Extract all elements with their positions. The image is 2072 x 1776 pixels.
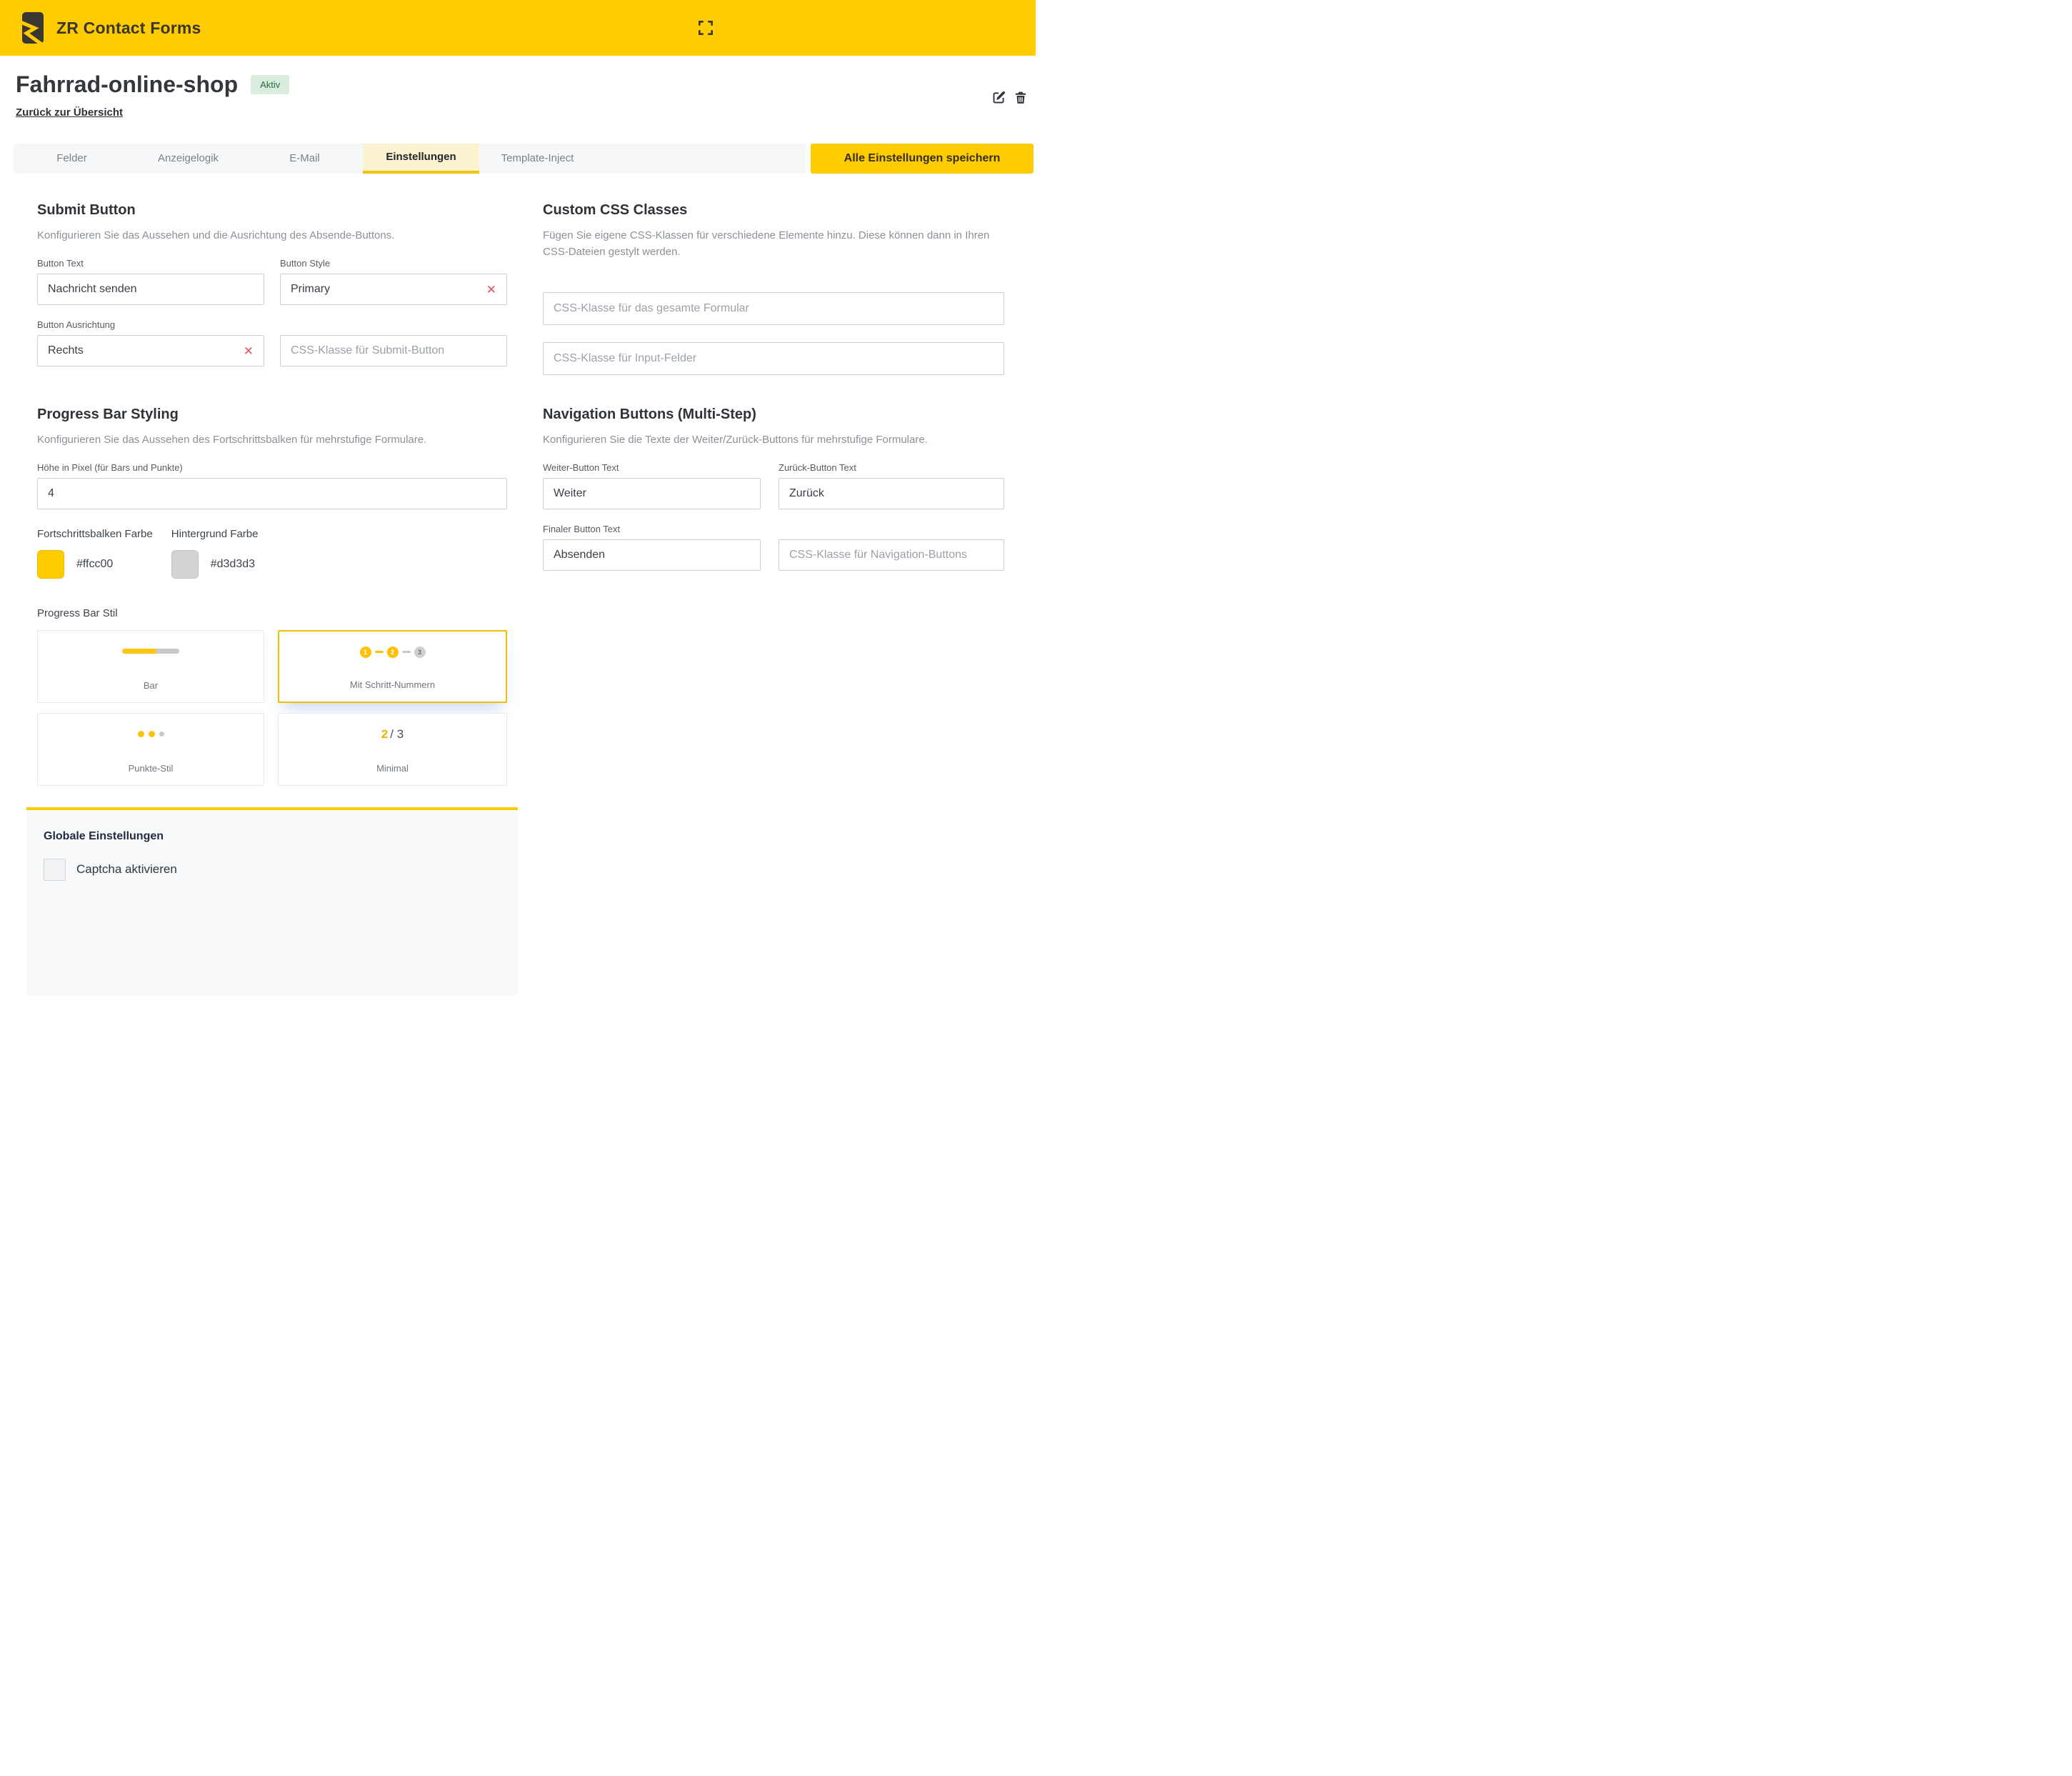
bg-color-swatch[interactable]: [171, 550, 199, 579]
button-alignment-field-group: Button Ausrichtung Rechts ✕: [37, 319, 264, 366]
captcha-checkbox[interactable]: [44, 859, 66, 881]
zr-logo-icon: [22, 12, 44, 44]
tab-bar-row: Felder Anzeigelogik E-Mail Einstellungen…: [0, 144, 1036, 174]
next-button-label: Weiter-Button Text: [543, 462, 761, 473]
step-circle-3: 3: [414, 647, 426, 658]
step-numbers-preview: 1 2 3: [279, 632, 506, 673]
custom-css-heading: Custom CSS Classes: [543, 202, 1004, 219]
settings-content: Submit Button Konfigurieren Sie das Auss…: [37, 202, 1004, 786]
bg-color-label: Hintergrund Farbe: [171, 528, 259, 540]
progress-style-card-dots[interactable]: Punkte-Stil: [37, 713, 264, 786]
global-settings-panel: Globale Einstellungen Captcha aktivieren: [26, 807, 518, 995]
next-button-input[interactable]: [543, 478, 761, 509]
back-button-label: Zurück-Button Text: [779, 462, 1004, 473]
bar-color-group: Fortschrittsbalken Farbe #ffcc00: [37, 528, 153, 579]
card-caption: Punkte-Stil: [38, 763, 264, 774]
final-button-label: Finaler Button Text: [543, 524, 761, 534]
button-text-input[interactable]: [37, 274, 264, 305]
button-text-label: Button Text: [37, 258, 264, 269]
form-actions: [991, 90, 1029, 106]
progress-style-cards: Bar 1 2 3 Mit Schritt-Nummern: [37, 630, 507, 786]
step-circle-1: 1: [360, 647, 371, 658]
captcha-setting-row: Captcha aktivieren: [44, 859, 501, 881]
button-style-label: Button Style: [280, 258, 507, 269]
button-style-select[interactable]: Primary ✕: [280, 274, 507, 305]
minimal-total-steps: 3: [397, 727, 404, 742]
progress-style-card-bar[interactable]: Bar: [37, 630, 264, 703]
final-button-field-group: Finaler Button Text: [543, 524, 761, 571]
bar-style-preview: [38, 631, 264, 672]
tab-template-inject[interactable]: Template-Inject: [479, 144, 596, 174]
bg-color-group: Hintergrund Farbe #d3d3d3: [171, 528, 259, 579]
input-css-class-input[interactable]: [543, 342, 1004, 375]
back-button-field-group: Zurück-Button Text: [779, 462, 1004, 509]
submit-button-description: Konfigurieren Sie das Aussehen und die A…: [37, 227, 507, 244]
custom-css-section: Custom CSS Classes Fügen Sie eigene CSS-…: [543, 202, 1004, 375]
app-title: ZR Contact Forms: [56, 19, 201, 38]
bar-color-hex: #ffcc00: [76, 558, 113, 571]
progress-height-field-group: Höhe in Pixel (für Bars und Punkte): [37, 462, 507, 509]
step-circle-2: 2: [387, 647, 399, 658]
button-alignment-value: Rechts: [48, 344, 84, 357]
button-text-field-group: Button Text: [37, 258, 264, 305]
card-caption: Bar: [38, 680, 264, 691]
submit-button-heading: Submit Button: [37, 202, 507, 219]
submit-button-section: Submit Button Konfigurieren Sie das Auss…: [37, 202, 507, 375]
status-badge: Aktiv: [251, 75, 289, 94]
button-style-value: Primary: [291, 283, 330, 296]
button-style-field-group: Button Style Primary ✕: [280, 258, 507, 305]
dots-style-preview: [38, 714, 264, 755]
bg-color-hex: #d3d3d3: [211, 558, 255, 571]
bar-color-label: Fortschrittsbalken Farbe: [37, 528, 153, 540]
progress-colors-row: Fortschrittsbalken Farbe #ffcc00 Hinterg…: [37, 528, 507, 579]
progress-style-label: Progress Bar Stil: [37, 607, 507, 619]
page-title: Fahrrad-online-shop: [16, 71, 238, 98]
button-alignment-select[interactable]: Rechts ✕: [37, 335, 264, 366]
nav-css-class-field-group: [779, 539, 1004, 571]
clear-x-icon[interactable]: ✕: [486, 284, 496, 296]
tab-anzeigelogik[interactable]: Anzeigelogik: [130, 144, 246, 174]
final-button-input[interactable]: [543, 539, 761, 571]
minimal-separator: /: [390, 727, 394, 742]
minimal-current-step: 2: [381, 727, 388, 742]
progress-bar-section: Progress Bar Styling Konfigurieren Sie d…: [37, 406, 507, 786]
progress-style-card-step-numbers[interactable]: 1 2 3 Mit Schritt-Nummern: [278, 630, 507, 703]
app-header: ZR Contact Forms: [0, 0, 1036, 56]
progress-style-card-minimal[interactable]: 2 / 3 Minimal: [278, 713, 507, 786]
custom-css-description: Fügen Sie eigene CSS-Klassen für verschi…: [543, 227, 1004, 261]
tab-bar: Felder Anzeigelogik E-Mail Einstellungen…: [14, 144, 806, 174]
submit-css-class-input[interactable]: [280, 335, 507, 366]
back-button-input[interactable]: [779, 478, 1004, 509]
card-caption: Minimal: [279, 763, 506, 774]
tab-email[interactable]: E-Mail: [246, 144, 363, 174]
progress-height-input[interactable]: [37, 478, 507, 509]
edit-icon[interactable]: [991, 90, 1006, 106]
navigation-buttons-section: Navigation Buttons (Multi-Step) Konfigur…: [543, 406, 1004, 786]
form-css-class-input[interactable]: [543, 292, 1004, 325]
nav-css-class-input[interactable]: [779, 539, 1004, 571]
navigation-heading: Navigation Buttons (Multi-Step): [543, 406, 1004, 423]
progress-bar-description: Konfigurieren Sie das Aussehen des Forts…: [37, 431, 507, 448]
navigation-description: Konfigurieren Sie die Texte der Weiter/Z…: [543, 431, 1004, 448]
back-to-overview-link[interactable]: Zurück zur Übersicht: [16, 106, 123, 119]
minimal-style-preview: 2 / 3: [279, 714, 506, 755]
card-caption: Mit Schritt-Nummern: [279, 679, 506, 690]
page-head: Fahrrad-online-shop Aktiv Zurück zur Übe…: [0, 56, 1036, 119]
next-button-field-group: Weiter-Button Text: [543, 462, 761, 509]
fullscreen-icon[interactable]: [694, 16, 717, 39]
button-alignment-label: Button Ausrichtung: [37, 319, 264, 330]
progress-bar-heading: Progress Bar Styling: [37, 406, 507, 423]
save-all-settings-button[interactable]: Alle Einstellungen speichern: [811, 144, 1034, 174]
tab-einstellungen[interactable]: Einstellungen: [363, 144, 479, 174]
clear-x-icon[interactable]: ✕: [244, 345, 254, 357]
tab-felder[interactable]: Felder: [14, 144, 130, 174]
trash-icon[interactable]: [1013, 90, 1029, 106]
submit-css-class-field-group: [280, 335, 507, 366]
progress-height-label: Höhe in Pixel (für Bars und Punkte): [37, 462, 507, 473]
global-settings-heading: Globale Einstellungen: [44, 830, 501, 843]
bar-color-swatch[interactable]: [37, 550, 64, 579]
captcha-label[interactable]: Captcha aktivieren: [76, 862, 177, 877]
